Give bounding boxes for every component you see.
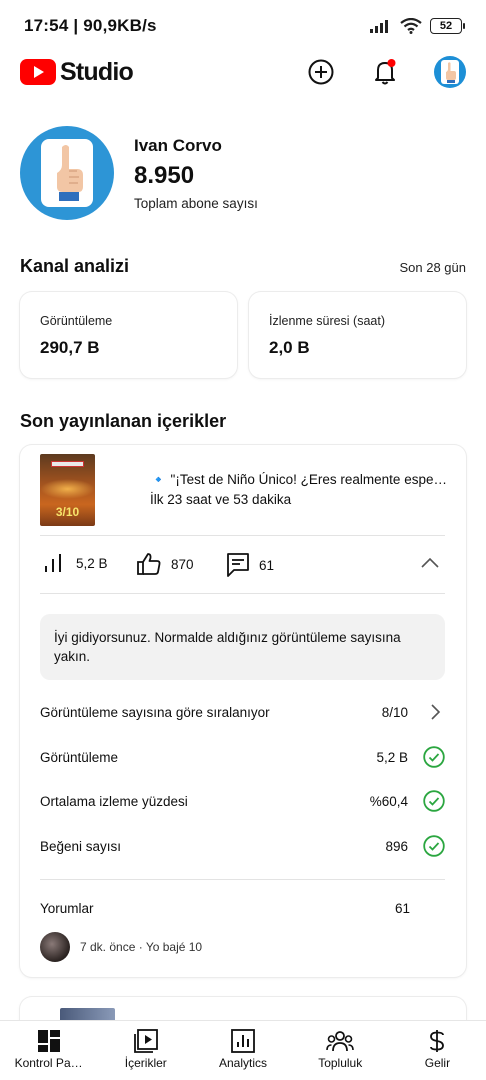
- video-age: İlk 23 saat ve 53 dakika: [150, 492, 292, 507]
- channel-avatar[interactable]: [20, 126, 114, 220]
- app-bar-actions: [306, 56, 466, 88]
- check-circle-icon: [423, 746, 445, 768]
- channel-header: Ivan Corvo 8.950 Toplam abone sayısı: [20, 126, 258, 220]
- comments-count: 61: [394, 900, 410, 916]
- bell-icon: [375, 59, 396, 85]
- divider: [40, 593, 445, 594]
- nav-label: Topluluk: [318, 1056, 363, 1070]
- channel-info: Ivan Corvo 8.950 Toplam abone sayısı: [134, 136, 258, 211]
- row-label: Görüntüleme: [40, 749, 119, 765]
- earn-icon: [430, 1030, 445, 1052]
- comments-row[interactable]: Yorumlar 61: [40, 896, 445, 920]
- comments-stat: 61: [227, 553, 274, 577]
- video-thumbnail[interactable]: 3/10: [40, 454, 95, 526]
- recent-content-title: Son yayınlanan içerikler: [20, 411, 227, 431]
- wifi-icon: [400, 18, 422, 34]
- chevron-right-icon: [431, 704, 441, 720]
- subscriber-label: Toplam abone sayısı: [134, 195, 258, 211]
- app-bar: Studio: [0, 52, 486, 92]
- latest-comment-text: 7 dk. önce · Yo bajé 10: [80, 940, 203, 954]
- status-bar: 17:54 | 90,9KB/s 52: [0, 0, 486, 52]
- channel-name: Ivan Corvo: [134, 135, 222, 155]
- views-stat: 5,2 B: [44, 553, 108, 573]
- latest-comment[interactable]: 7 dk. önce · Yo bajé 10: [40, 932, 202, 962]
- thumbnail-glow: [40, 479, 95, 499]
- nav-content[interactable]: İçerikler: [97, 1021, 194, 1080]
- thumbs-up-icon: [137, 553, 161, 575]
- check-circle-icon: [423, 790, 445, 812]
- notifications-button[interactable]: [370, 57, 400, 87]
- nav-label: Kontrol Pa…: [14, 1056, 83, 1070]
- likes-check-row: Beğeni sayısı 896: [40, 834, 445, 858]
- status-time-speed: 17:54 | 90,9KB/s: [24, 16, 157, 35]
- likes-value: 870: [171, 556, 194, 572]
- account-avatar[interactable]: [434, 56, 466, 88]
- nav-label: Gelir: [424, 1056, 451, 1070]
- ranking-row[interactable]: Görüntüleme sayısına göre sıralanıyor 8/…: [40, 700, 445, 724]
- check-circle-icon: [423, 835, 445, 857]
- row-label: Ortalama izleme yüzdesi: [40, 793, 188, 809]
- row-label: Görüntüleme sayısına göre sıralanıyor: [40, 704, 270, 720]
- metric-value: 2,0 B: [269, 338, 310, 357]
- battery-level: 52: [439, 20, 453, 32]
- comments-value: 61: [259, 557, 275, 573]
- analytics-title: Kanal analizi: [20, 256, 130, 276]
- thumbnail-banner: [51, 461, 84, 467]
- content-icon: [133, 1029, 158, 1053]
- nav-label: İçerikler: [124, 1056, 167, 1070]
- logo-text: Studio: [60, 57, 134, 86]
- comment-icon: [227, 553, 249, 577]
- bottom-navigation: Kontrol Pa… İçerikler Analytics Topluluk: [0, 1020, 486, 1080]
- analytics-period: Son 28 gün: [399, 260, 466, 275]
- views-value: 5,2 B: [76, 555, 108, 571]
- battery-icon: 52: [430, 18, 465, 34]
- nav-analytics[interactable]: Analytics: [194, 1021, 291, 1080]
- metric-value: 290,7 B: [40, 338, 100, 357]
- add-circle-icon: [308, 59, 334, 85]
- collapse-button[interactable]: [420, 556, 440, 575]
- bar-chart-icon: [45, 554, 61, 572]
- row-value: 896: [385, 838, 408, 854]
- nav-earn[interactable]: Gelir: [389, 1021, 486, 1080]
- community-icon: [326, 1031, 355, 1052]
- studio-logo[interactable]: Studio: [20, 57, 134, 87]
- youtube-logo-icon: [20, 59, 56, 85]
- dashboard-icon: [37, 1030, 60, 1052]
- metric-card-views[interactable]: Görüntüleme 290,7 B: [20, 292, 237, 378]
- avg-watch-row: Ortalama izleme yüzdesi %60,4: [40, 789, 445, 813]
- create-button[interactable]: [306, 57, 336, 87]
- nav-community[interactable]: Topluluk: [292, 1021, 389, 1080]
- likes-stat: 870: [137, 553, 194, 575]
- divider: [40, 535, 445, 536]
- commenter-avatar: [40, 932, 70, 962]
- hand-pointing-icon: [441, 60, 459, 84]
- views-check-row: Görüntüleme 5,2 B: [40, 745, 445, 769]
- nav-dashboard[interactable]: Kontrol Pa…: [0, 1021, 97, 1080]
- hand-pointing-icon: [41, 139, 93, 207]
- video-title[interactable]: 🔹 "¡Test de Niño Único! ¿Eres realmente …: [150, 472, 450, 488]
- row-label: Beğeni sayısı: [40, 838, 122, 854]
- metric-label: İzlenme süresi (saat): [269, 314, 386, 328]
- status-icons: 52: [370, 18, 465, 34]
- comments-label: Yorumlar: [40, 900, 94, 916]
- signal-icon: [370, 20, 388, 33]
- nav-label: Analytics: [218, 1056, 268, 1070]
- subscriber-count: 8.950: [134, 161, 195, 189]
- row-value: 8/10: [381, 704, 408, 720]
- thumbnail-score: 3/10: [55, 505, 80, 519]
- metric-label: Görüntüleme: [40, 314, 113, 328]
- divider: [40, 879, 445, 880]
- analytics-icon: [231, 1029, 255, 1053]
- chevron-up-icon: [421, 557, 439, 568]
- row-value: %60,4: [369, 793, 408, 809]
- metric-card-watch-time[interactable]: İzlenme süresi (saat) 2,0 B: [249, 292, 466, 378]
- performance-insight: İyi gidiyorsunuz. Normalde aldığınız gör…: [40, 614, 445, 680]
- row-value: 5,2 B: [376, 749, 408, 765]
